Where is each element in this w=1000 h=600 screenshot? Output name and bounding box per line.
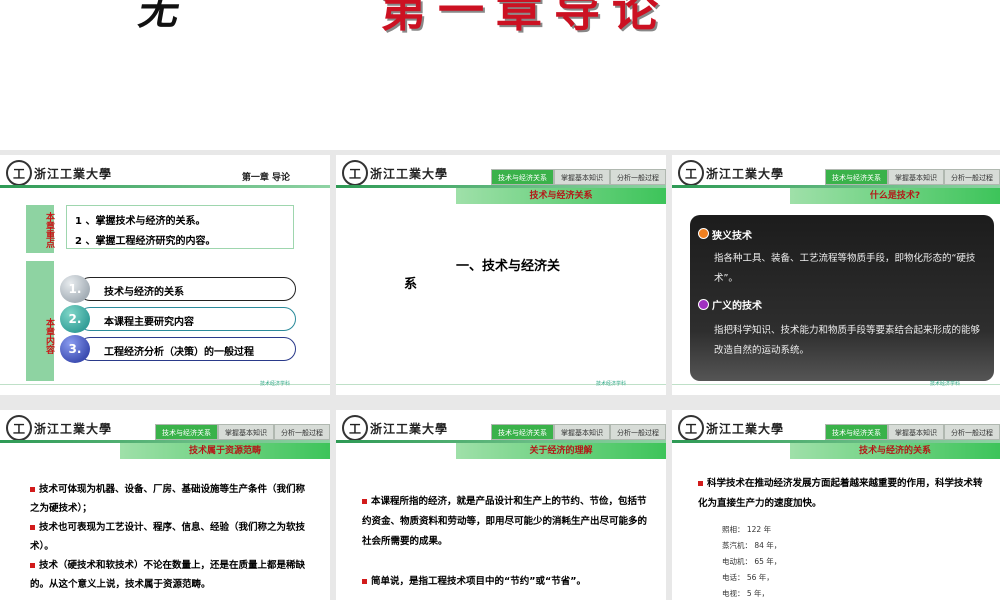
invention-item-4: 电话： 56 年， — [722, 573, 774, 582]
tab-general-process[interactable]: 分析一般过程 — [610, 424, 666, 440]
top-banner: 无 第一章导论 — [0, 0, 1000, 150]
school-name: 浙江工業大學 — [706, 167, 785, 181]
item-number-circle: 1. — [60, 275, 90, 303]
tab-tech-economy[interactable]: 技术与经济关系 — [491, 424, 554, 440]
university-logo-icon: 工 — [6, 160, 32, 186]
university-logo-icon: 工 — [342, 415, 368, 441]
red-bullet-icon — [362, 579, 367, 584]
nav-tabs: 技术与经济关系 掌握基本知识 分析一般过程 — [491, 424, 666, 440]
school-name: 浙江工業大學 — [34, 422, 113, 436]
resource-para-2: 技术也可表现为工艺设计、程序、信息、经验（我们称之为软技术）。 — [30, 522, 306, 552]
item-label: 本课程主要研究内容 — [104, 317, 194, 328]
broad-tech-desc: 指把科学知识、技术能力和物质手段等要素结合起来形成的能够改造自然的运动系统。 — [714, 325, 981, 356]
purple-bullet-icon — [698, 299, 709, 310]
resource-para-1: 技术可体现为机器、设备、厂房、基础设施等生产条件（我们称之为硬技术）； — [30, 484, 306, 514]
school-name: 浙江工業大學 — [706, 422, 785, 436]
tab-general-process[interactable]: 分析一般过程 — [944, 424, 1000, 440]
invention-item-1: 照相： 122 年 — [722, 525, 772, 534]
key-point-2: 2 、掌握工程经济研究的内容。 — [75, 236, 216, 247]
nav-tabs: 技术与经济关系 掌握基本知识 分析一般过程 — [825, 424, 1000, 440]
footer-text: 技术经济学科 — [929, 381, 960, 387]
tab-tech-economy[interactable]: 技术与经济关系 — [825, 169, 888, 185]
nav-tabs: 技术与经济关系 掌握基本知识 分析一般过程 — [491, 169, 666, 185]
banner-title: 第一章导论 — [380, 0, 670, 37]
university-logo-icon: 工 — [342, 160, 368, 186]
nav-tabs: 技术与经济关系 掌握基本知识 分析一般过程 — [155, 424, 330, 440]
slide-thumbnail-grid: 工 浙江工業大學 第一章 导论 本章重点 1 、掌握技术与经济的关系。 2 、掌… — [0, 150, 1000, 600]
invention-list: 照相： 122 年 蒸汽机： 84 年， 电动机： 65 年， 电话： 56 年… — [722, 522, 781, 600]
key-point-1: 1 、掌握技术与经济的关系。 — [75, 216, 206, 227]
narrow-tech-desc: 指各种工具、装备、工艺流程等物质手段，即物化形态的“硬技术”。 — [714, 253, 976, 284]
red-bullet-icon — [698, 481, 703, 486]
content-item-3[interactable]: 3. 工程经济分析（决策）的一般过程 — [60, 335, 296, 363]
red-bullet-icon — [30, 487, 35, 492]
section-subheading: 什么是技术? — [790, 188, 1000, 204]
university-logo-icon: 工 — [678, 160, 704, 186]
tab-general-process[interactable]: 分析一般过程 — [610, 169, 666, 185]
tab-tech-economy[interactable]: 技术与经济关系 — [155, 424, 218, 440]
slide-thumbnail-1[interactable]: 工 浙江工業大學 第一章 导论 本章重点 1 、掌握技术与经济的关系。 2 、掌… — [0, 155, 330, 395]
economy-para-2: 简单说，是指工程技术项目中的“节约”或“节省”。 — [362, 572, 650, 592]
tab-general-process[interactable]: 分析一般过程 — [944, 169, 1000, 185]
item-label: 工程经济分析（决策）的一般过程 — [104, 347, 254, 358]
section-subheading: 技术与经济关系 — [456, 188, 666, 204]
key-points-box: 1 、掌握技术与经济的关系。 2 、掌握工程经济研究的内容。 — [66, 205, 294, 249]
section-subheading: 技术与经济的关系 — [790, 443, 1000, 459]
relation-para: 科学技术在推动经济发展方面起着越来越重要的作用，科学技术转化为直接生产力的速度加… — [698, 478, 983, 509]
content-item-1[interactable]: 1. 技术与经济的关系 — [60, 275, 296, 303]
economy-para-1: 本课程所指的经济，就是产品设计和生产上的节约、节俭，包括节约资金、物质资料和劳动… — [362, 496, 648, 547]
content-tag: 本章内容 — [26, 261, 54, 381]
nav-tabs: 技术与经济关系 掌握基本知识 分析一般过程 — [825, 169, 1000, 185]
slide-thumbnail-4[interactable]: 工 浙江工業大學 技术与经济关系 掌握基本知识 分析一般过程 技术属于资源范畴 … — [0, 410, 330, 600]
tab-tech-economy[interactable]: 技术与经济关系 — [825, 424, 888, 440]
invention-item-5: 电视： 5 年， — [722, 589, 770, 598]
university-logo-icon: 工 — [678, 415, 704, 441]
section-title-line2: 系 — [404, 277, 418, 292]
content-item-2[interactable]: 2. 本课程主要研究内容 — [60, 305, 296, 333]
item-number-circle: 2. — [60, 305, 90, 333]
tab-basic-knowledge[interactable]: 掌握基本知识 — [554, 424, 610, 440]
school-name: 浙江工業大學 — [370, 167, 449, 181]
section-title-line1: 一、技术与经济关 — [456, 259, 561, 274]
tab-basic-knowledge[interactable]: 掌握基本知识 — [888, 424, 944, 440]
slide-thumbnail-3[interactable]: 工 浙江工業大學 技术与经济关系 掌握基本知识 分析一般过程 什么是技术? 狭义… — [672, 155, 1000, 395]
tab-basic-knowledge[interactable]: 掌握基本知识 — [888, 169, 944, 185]
chapter-label: 第一章 导论 — [241, 173, 290, 183]
school-name: 浙江工業大學 — [34, 167, 113, 181]
header-rule — [0, 185, 330, 188]
tab-general-process[interactable]: 分析一般过程 — [274, 424, 330, 440]
section-subheading: 技术属于资源范畴 — [120, 443, 330, 459]
banner-left-text: 无 — [135, 0, 184, 34]
definition-panel: 狭义技术 指各种工具、装备、工艺流程等物质手段，即物化形态的“硬技术”。 广义的… — [690, 215, 994, 381]
key-points-tag: 本章重点 — [26, 205, 54, 253]
university-logo-icon: 工 — [6, 415, 32, 441]
school-name: 浙江工業大學 — [370, 422, 449, 436]
red-bullet-icon — [362, 499, 367, 504]
invention-item-2: 蒸汽机： 84 年， — [722, 541, 782, 550]
footer-text: 技术经济学科 — [595, 381, 626, 387]
orange-bullet-icon — [698, 228, 709, 239]
tab-basic-knowledge[interactable]: 掌握基本知识 — [554, 169, 610, 185]
slide-thumbnail-5[interactable]: 工 浙江工業大學 技术与经济关系 掌握基本知识 分析一般过程 关于经济的理解 本… — [336, 410, 666, 600]
slide-thumbnail-2[interactable]: 工 浙江工業大學 技术与经济关系 掌握基本知识 分析一般过程 技术与经济关系 一… — [336, 155, 666, 395]
slide-thumbnail-6[interactable]: 工 浙江工業大學 技术与经济关系 掌握基本知识 分析一般过程 技术与经济的关系 … — [672, 410, 1000, 600]
tab-tech-economy[interactable]: 技术与经济关系 — [491, 169, 554, 185]
tab-basic-knowledge[interactable]: 掌握基本知识 — [218, 424, 274, 440]
invention-item-3: 电动机： 65 年， — [722, 557, 782, 566]
item-number-circle: 3. — [60, 335, 90, 363]
broad-tech-title: 广义的技术 — [712, 301, 762, 312]
footer-text: 技术经济学科 — [259, 381, 290, 387]
item-label: 技术与经济的关系 — [104, 287, 184, 298]
resource-para-3: 技术（硬技术和软技术）不论在数量上，还是在质量上都是稀缺的。从这个意义上说，技术… — [30, 560, 306, 590]
red-bullet-icon — [30, 525, 35, 530]
red-bullet-icon — [30, 563, 35, 568]
narrow-tech-title: 狭义技术 — [712, 231, 752, 242]
section-subheading: 关于经济的理解 — [456, 443, 666, 459]
